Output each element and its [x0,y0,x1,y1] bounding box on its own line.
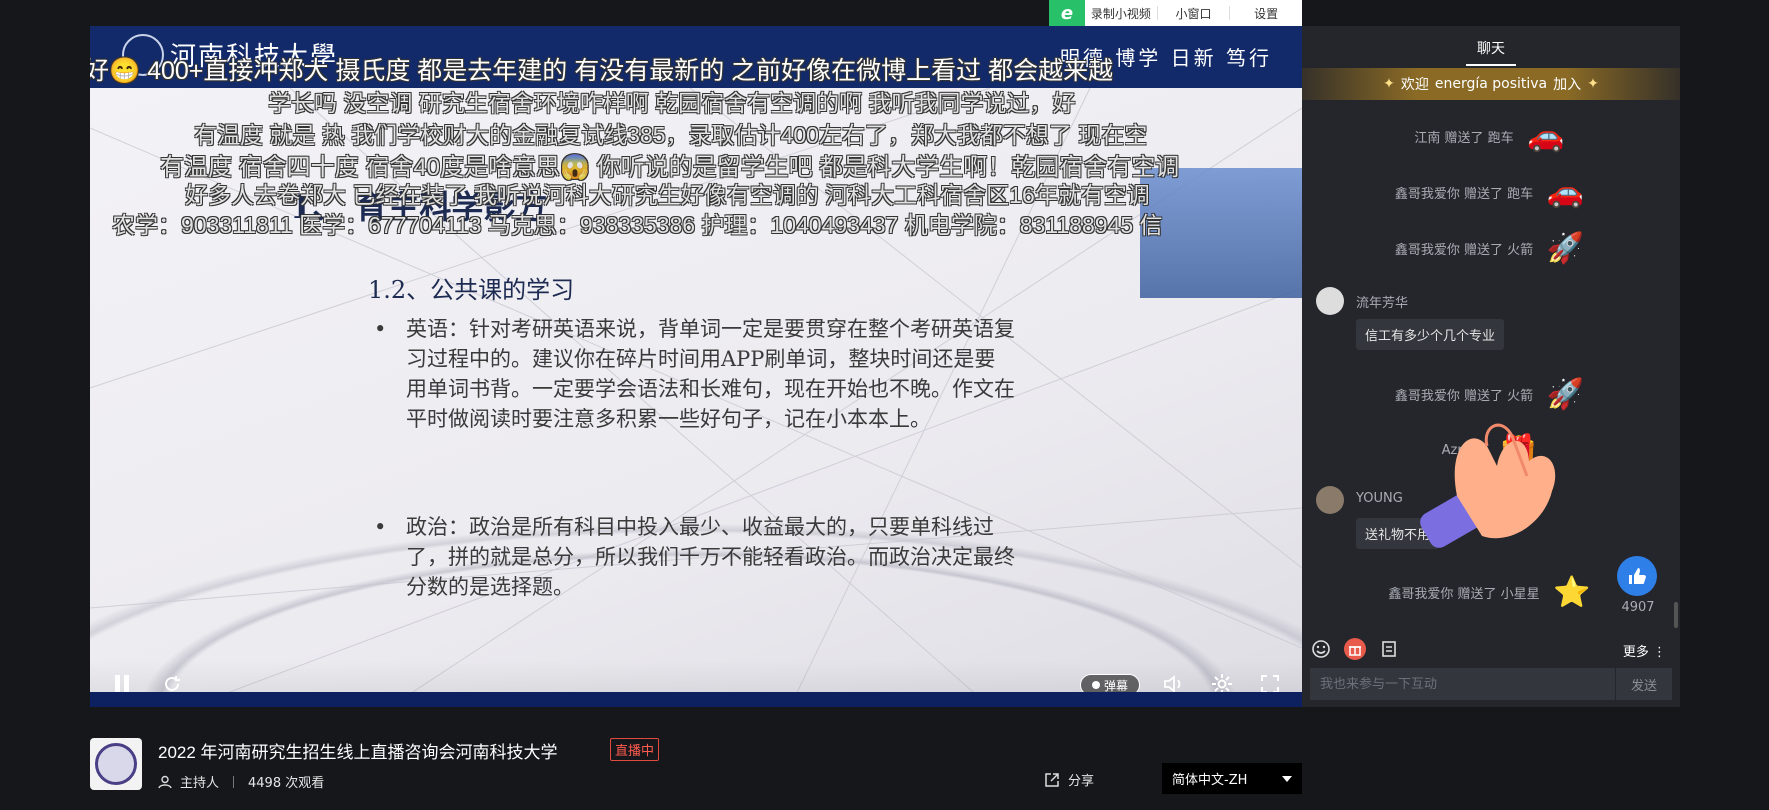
danmaku-line: 农学：903311811 医学：677704113 马克思：938335386 … [112,212,1163,238]
chat-scrollbar[interactable] [1674,602,1678,628]
more-label: 更多 [1622,645,1649,660]
gift-message: 鑫哥我爱你 赠送了 跑车 🚗 [1302,174,1680,210]
language-select[interactable]: 简体中文-ZH [1162,763,1302,794]
send-button[interactable]: 发送 [1615,668,1672,700]
gift-message: 江南 赠送了 跑车 🚗 [1302,118,1680,154]
view-count: 4498 次观看 [248,776,325,791]
settings-button[interactable]: 设置 [1230,5,1302,22]
sparkle-icon: ✦ [1383,76,1395,92]
toggle-dot-icon [1091,681,1100,689]
star-icon: ⭐ [1552,574,1591,610]
divider [233,775,235,788]
clapping-hands-icon [1420,423,1556,548]
welcome-user: energía positiva [1434,76,1548,92]
gift-message: 鑫哥我爱你 赠送了 火箭 🚀 [1302,230,1680,266]
welcome-banner: ✦ 欢迎 energía positiva 加入 ✦ [1302,68,1680,100]
slide-bullet-english: 英语：针对考研英语来说，背单词一定是要贯穿在整个考研英语复习过程中的。建议你在碎… [374,314,1016,434]
live-status-badge: 直播中 [610,738,660,761]
gift-text: 鑫哥我爱你 赠送了 跑车 [1394,186,1534,202]
gift-text: 鑫哥我爱你 赠送了 火箭 [1394,242,1534,258]
share-button[interactable]: 分享 [1044,770,1094,789]
avatar[interactable] [1316,486,1344,514]
video-player[interactable]: 河南科技大學 明德 博学 日新 笃行 1、 育主科学影方 1.2、公共课的学习 … [90,26,1302,707]
welcome-suffix: 加入 [1553,77,1582,93]
live-title: 2022 年河南研究生招生线上直播咨询会河南科技大学 [158,743,558,762]
top-toolbar: e 录制小视频 小窗口 设置 [1049,0,1302,26]
chat-username[interactable]: YOUNG [1356,491,1403,506]
avatar[interactable] [1316,287,1344,315]
slide-campus-image [1140,168,1302,298]
host-label[interactable]: 主持人 [180,772,219,791]
gift-text: 鑫哥我爱你 赠送了 火箭 [1394,388,1534,404]
language-value: 简体中文-ZH [1172,773,1248,788]
slide-subtitle: 1.2、公共课的学习 [368,276,575,304]
chat-panel: 聊天 ✦ 欢迎 energía positiva 加入 ✦ 江南 赠送了 跑车 … [1302,26,1680,707]
sparkle-icon: ✦ [1587,76,1599,92]
chat-username[interactable]: 流年芳华 [1356,292,1408,311]
app-logo-icon: e [1049,0,1085,26]
chat-input[interactable] [1310,668,1615,700]
gift-text: 江南 赠送了 跑车 [1414,130,1514,146]
user-icon [158,775,172,788]
university-seal-icon [95,743,137,785]
danmaku-line: 好多人去卷郑大 已经在装了 我听说河科大研究生好像有空调的 河科大工科宿舍区16… [185,182,1150,208]
danmaku-line: 好😁 400+直接冲郑大 摄氏度 都是去年建的 有没有最新的 之前好像在微博上看… [90,57,1114,85]
mini-window-button[interactable]: 小窗口 [1158,5,1230,22]
gift-icon[interactable] [1344,638,1366,660]
like-button[interactable] [1617,556,1657,596]
emoji-icon[interactable] [1310,638,1332,660]
gift-text: 鑫哥我爱你 赠送了 小星星 [1388,586,1540,602]
slide-bullet-politics: 政治：政治是所有科目中投入最少、收益最大的，只要单科线过了，拼的就是总分，所以我… [374,512,1016,602]
sports-car-icon: 🚗 [1526,118,1565,154]
slide-footer-band [90,692,1302,707]
danmaku-toggle-label: 弹幕 [1103,678,1128,693]
share-label: 分享 [1068,774,1095,789]
sports-car-icon: 🚗 [1546,174,1584,210]
chat-toolbar: 更多 ⋮ [1302,632,1680,666]
host-info: 主持人 4498 次观看 [158,772,324,791]
tab-chat[interactable]: 聊天 [1302,26,1680,68]
chat-bubble: 信工有多少个几个专业 [1356,319,1505,350]
rocket-icon: 🚀 [1546,230,1584,266]
danmaku-line: 学长吗 没空调 研究生宿舍环境咋样啊 乾园宿舍有空调的啊 我听我同学说过，好 [268,90,1076,116]
thumbs-up-icon [1629,568,1646,584]
like-count: 4907 [1621,600,1655,615]
welcome-prefix: 欢迎 [1400,77,1429,93]
channel-avatar[interactable] [90,738,142,790]
more-button[interactable]: 更多 ⋮ [1623,641,1666,660]
danmaku-line: 有温度 就是 热 我们学校财大的金融复试线385，录取估计400左右了，郑大我都… [194,122,1148,148]
share-icon [1045,772,1059,787]
chevron-down-icon [1282,776,1292,782]
record-video-button[interactable]: 录制小视频 [1085,5,1157,22]
notes-icon[interactable] [1378,638,1400,660]
